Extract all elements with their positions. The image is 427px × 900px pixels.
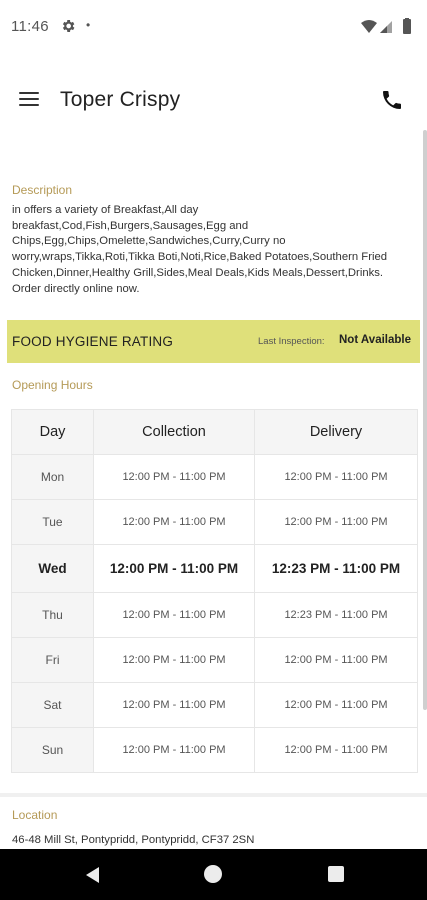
collection-hours: 12:00 PM - 11:00 PM — [93, 637, 255, 683]
notification-dot: • — [86, 18, 91, 32]
delivery-hours: 12:00 PM - 11:00 PM — [254, 637, 418, 683]
delivery-hours: 12:23 PM - 11:00 PM — [254, 592, 418, 638]
table-row: Wed 12:00 PM - 11:00 PM 12:23 PM - 11:00 P… — [11, 544, 418, 593]
collection-hours: 12:00 PM - 11:00 PM — [93, 727, 255, 773]
wifi-icon — [361, 20, 377, 33]
day: Mon — [11, 454, 94, 500]
last-inspection-value: Not Available — [339, 334, 411, 346]
day: Tue — [11, 499, 94, 545]
collection-hours: 12:00 PM - 11:00 PM — [93, 454, 255, 500]
collection-hours: 12:00 PM - 11:00 PM — [93, 682, 255, 728]
day: Fri — [11, 637, 94, 683]
battery-icon — [403, 19, 411, 34]
hygiene-rating-title: FOOD HYGIENE RATING — [12, 334, 174, 349]
opening-hours-table: Day Collection Delivery Mon 12:00 PM - 11… — [11, 409, 418, 773]
status-icons — [361, 18, 411, 34]
phone-icon[interactable] — [380, 88, 404, 112]
table-row: Tue 12:00 PM - 11:00 PM 12:00 PM - 11:00 P… — [11, 499, 418, 545]
collection-hours: 12:00 PM - 11:00 PM — [93, 544, 255, 593]
signal-icon-fill — [380, 26, 387, 33]
page-title: Toper Crispy — [60, 88, 181, 111]
menu-icon[interactable] — [19, 90, 41, 108]
day: Sun — [11, 727, 94, 773]
home-icon[interactable] — [204, 865, 222, 883]
table-row: Mon 12:00 PM - 11:00 PM 12:00 PM - 11:00 P… — [11, 454, 418, 500]
back-icon[interactable] — [83, 865, 101, 885]
table-row: Sat 12:00 PM - 11:00 PM 12:00 PM - 11:00 P… — [11, 682, 418, 728]
header-day: Day — [11, 409, 94, 455]
day: Sat — [11, 682, 94, 728]
table-row: Sun 12:00 PM - 11:00 PM 12:00 PM - 11:00 P… — [11, 727, 418, 773]
delivery-hours: 12:23 PM - 11:00 PM — [254, 544, 418, 593]
description-label: Description — [12, 183, 73, 197]
last-inspection-label: Last Inspection: — [258, 336, 325, 347]
description-text: in offers a variety of Breakfast,All day… — [12, 204, 388, 295]
system-nav-bar — [0, 849, 427, 900]
table-header-row: Day Collection Delivery — [11, 409, 418, 455]
status-time: 11:46 — [11, 18, 49, 35]
collection-hours: 12:00 PM - 11:00 PM — [93, 592, 255, 638]
delivery-hours: 12:00 PM - 11:00 PM — [254, 682, 418, 728]
status-bar: 11:46 • — [0, 0, 427, 54]
divider — [0, 793, 427, 797]
table-row: Fri 12:00 PM - 11:00 PM 12:00 PM - 11:00 P… — [11, 637, 418, 683]
delivery-hours: 12:00 PM - 11:00 PM — [254, 454, 418, 500]
recents-icon[interactable] — [328, 866, 344, 882]
gear-icon — [62, 20, 75, 32]
location-label: Location — [12, 808, 58, 822]
collection-hours: 12:00 PM - 11:00 PM — [93, 499, 255, 545]
table-row: Thu 12:00 PM - 11:00 PM 12:23 PM - 11:00 P… — [11, 592, 418, 638]
opening-hours-label: Opening Hours — [12, 378, 93, 392]
app-bar: Toper Crispy — [0, 54, 427, 146]
day: Wed — [11, 544, 94, 593]
delivery-hours: 12:00 PM - 11:00 PM — [254, 727, 418, 773]
header-delivery: Delivery — [254, 409, 418, 455]
day: Thu — [11, 592, 94, 638]
scrollbar[interactable] — [423, 130, 427, 710]
delivery-hours: 12:00 PM - 11:00 PM — [254, 499, 418, 545]
hygiene-rating-banner: FOOD HYGIENE RATING Last Inspection: Not… — [7, 320, 420, 363]
location-address: 46-48 Mill St, Pontypridd, Pontypridd, C… — [12, 834, 255, 846]
header-collection: Collection — [93, 409, 255, 455]
